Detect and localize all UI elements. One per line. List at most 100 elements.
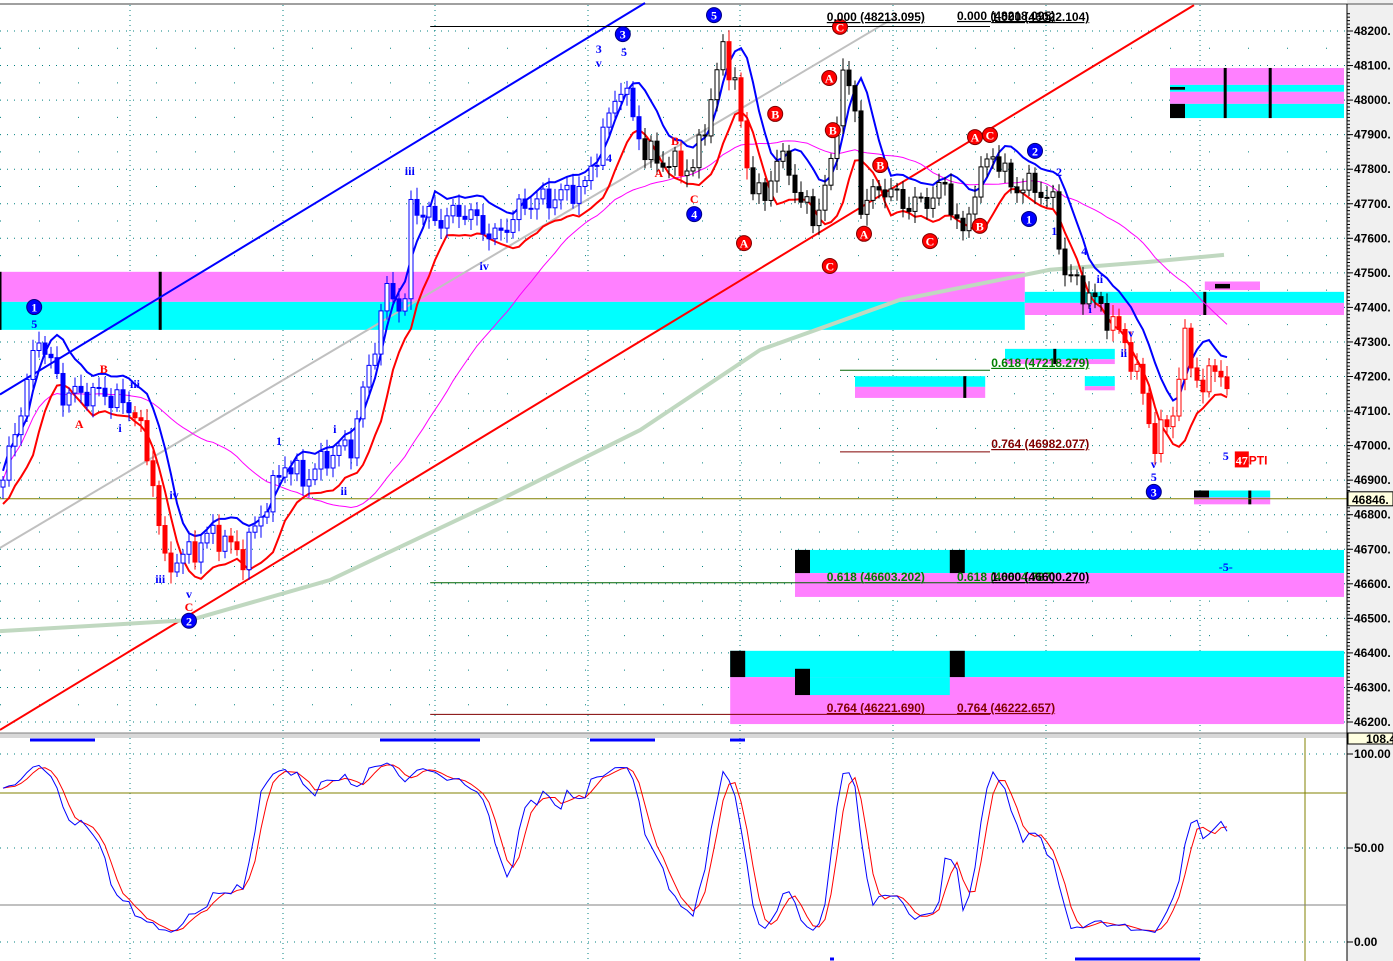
candle-down	[750, 167, 756, 195]
candle-up	[72, 385, 78, 394]
candle-down	[1098, 296, 1104, 305]
candle-up	[378, 310, 384, 355]
candle-up	[30, 350, 36, 380]
wave-label: A	[740, 237, 749, 251]
candle-down	[138, 417, 144, 422]
candle-down	[852, 85, 858, 112]
zone-band	[1204, 281, 1260, 291]
wave-label: v	[596, 56, 602, 70]
zone-band	[1170, 91, 1344, 104]
candle-up	[90, 386, 96, 407]
trading-chart[interactable]: 12354 123CABACBBACBA C53v54iiiiviiiiiviiiv…	[0, 0, 1393, 961]
wave-label: v	[1151, 457, 1157, 471]
price-tick-label: 46400.	[1354, 646, 1391, 660]
fib-label: 0.618 (46603.202)	[827, 570, 925, 584]
candle-up	[252, 525, 258, 533]
candle-up	[360, 386, 366, 420]
wave-label: A	[825, 71, 834, 85]
candle-down	[162, 525, 168, 554]
candle-up	[294, 459, 300, 475]
candle-up	[402, 298, 408, 312]
candle-up	[1176, 378, 1182, 417]
candle-up	[408, 198, 414, 300]
wave-label: C	[690, 192, 699, 206]
candle-down	[48, 353, 54, 359]
candle-up	[204, 532, 210, 544]
candle-up	[366, 364, 372, 388]
wave-label: 5	[1223, 449, 1229, 463]
price-tick-label: 46600.	[1354, 577, 1391, 591]
candle-down	[42, 342, 48, 355]
candle-up	[372, 353, 378, 366]
wave-label: 2	[186, 614, 192, 628]
wave-label: 5	[621, 45, 627, 59]
candle-down	[630, 87, 636, 118]
candle-down	[924, 196, 930, 209]
candle-down	[1014, 186, 1020, 194]
wave-label: 5	[1151, 470, 1157, 484]
candle-down	[462, 215, 468, 220]
candle-up	[594, 164, 600, 167]
candle-up	[912, 196, 918, 212]
candle-down	[240, 549, 246, 571]
candle-down	[1104, 303, 1110, 331]
candle-up	[342, 439, 348, 447]
candle-down	[150, 460, 156, 487]
wave-label: 1	[31, 301, 37, 315]
candle-up	[540, 188, 546, 200]
fib-label: 0.764 (46221.690)	[827, 701, 925, 715]
candle-down	[954, 214, 960, 219]
candle-up	[12, 434, 18, 447]
candle-up	[1050, 191, 1056, 198]
candle-up	[1002, 162, 1008, 172]
wave-label: iv	[480, 259, 489, 273]
wave-label: A	[860, 227, 869, 241]
candle-up	[648, 140, 654, 161]
candle-up	[66, 392, 72, 406]
candle-down	[216, 524, 222, 552]
pane-splitter[interactable]	[0, 733, 1393, 738]
candle-up	[720, 41, 726, 71]
candle-down	[528, 207, 534, 210]
candle-up	[1206, 365, 1212, 393]
zone-band	[1170, 84, 1344, 92]
wave-label: 1	[1026, 212, 1032, 226]
candle-down	[504, 229, 510, 233]
wave-label: ii	[1120, 346, 1127, 360]
candle-up	[558, 189, 564, 201]
candle-up	[690, 167, 696, 172]
candle-up	[264, 511, 270, 518]
candle-down	[1080, 275, 1086, 305]
candle-down	[906, 207, 912, 212]
candle-down	[1164, 419, 1170, 428]
price-tick-label: 46200.	[1354, 715, 1391, 729]
candle-up	[984, 158, 990, 168]
fib-label: 0.618 (47218.279)	[991, 356, 1089, 370]
candle-up	[198, 542, 204, 563]
price-tick-label: 46700.	[1354, 542, 1391, 556]
candle-down	[702, 134, 708, 137]
price-tick-label: 47800.	[1354, 162, 1391, 176]
current-price-label: 46846.	[1352, 493, 1389, 507]
candle-up	[1170, 415, 1176, 428]
zone-block	[949, 650, 965, 678]
candle-down	[876, 186, 882, 191]
candle-up	[1020, 189, 1026, 194]
candle-down	[276, 475, 282, 478]
candle-down	[156, 485, 162, 527]
wave-label: B	[771, 107, 779, 121]
candle-down	[1200, 379, 1206, 393]
candle-up	[282, 467, 288, 478]
candle-down	[78, 385, 84, 393]
candle-down	[996, 156, 1002, 172]
candle-down	[348, 439, 354, 459]
fib-label: 1.000 (46022.104)	[991, 10, 1089, 24]
indicator-top-label: 108.4	[1366, 732, 1393, 746]
candle-up	[36, 342, 42, 352]
price-tick-label: 46800.	[1354, 508, 1391, 522]
wave-label: 4	[1081, 244, 1087, 258]
candle-down	[1224, 376, 1230, 390]
wave-label: C	[926, 235, 935, 249]
candle-down	[900, 189, 906, 209]
candle-up	[666, 166, 672, 169]
